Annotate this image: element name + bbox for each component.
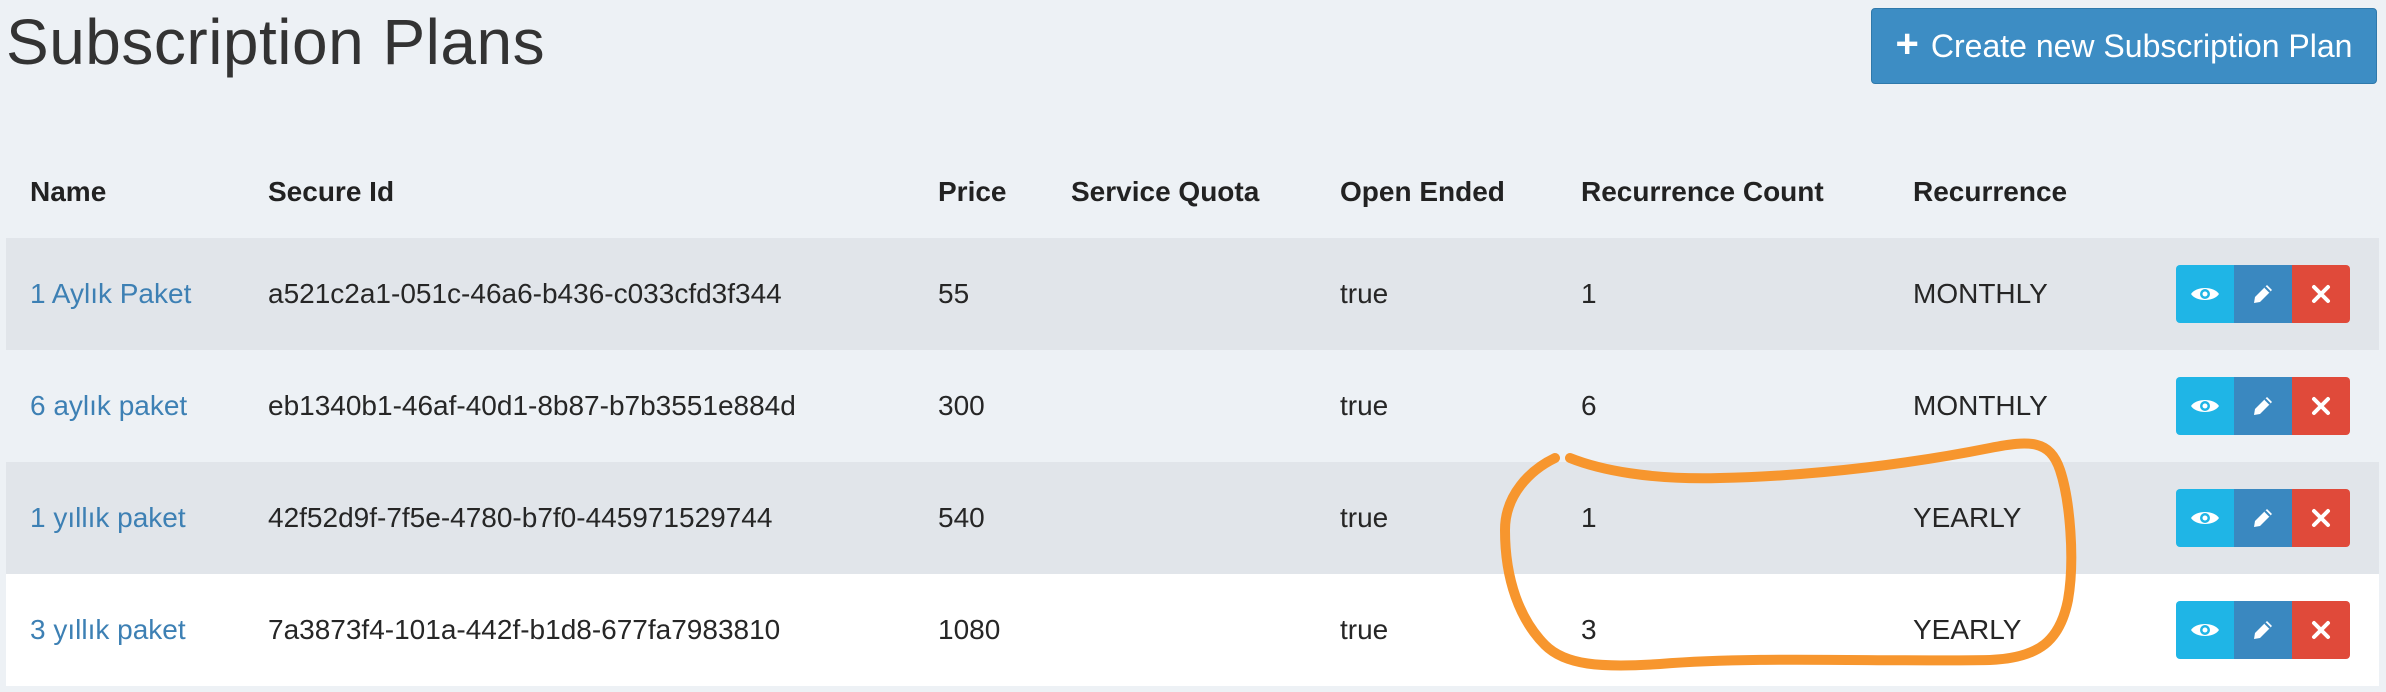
create-button-label: Create new Subscription Plan — [1930, 27, 2353, 64]
close-icon — [2312, 509, 2330, 527]
delete-button[interactable] — [2292, 489, 2350, 547]
recurrence-count-cell: 6 — [1581, 390, 1597, 421]
column-header-recurrence: Recurrence — [1913, 175, 2068, 207]
eye-icon — [2191, 288, 2219, 300]
row-actions — [2176, 601, 2350, 659]
column-header-service-quota: Service Quota — [1071, 175, 1260, 207]
pencil-icon — [2254, 285, 2272, 303]
row-actions — [2176, 265, 2350, 323]
view-button[interactable] — [2176, 265, 2234, 323]
recurrence-count-cell: 1 — [1581, 278, 1597, 309]
row-actions — [2176, 377, 2350, 435]
view-button[interactable] — [2176, 377, 2234, 435]
plan-name-link[interactable]: 1 yıllık paket — [30, 502, 186, 534]
recurrence-cell: YEARLY — [1913, 502, 2022, 533]
close-icon — [2312, 285, 2330, 303]
column-header-recurrence-count: Recurrence Count — [1581, 175, 1824, 207]
column-header-price: Price — [938, 175, 1007, 207]
recurrence-count-cell: 1 — [1581, 502, 1597, 533]
plan-name-link[interactable]: 1 Aylık Paket — [30, 278, 191, 310]
recurrence-cell: YEARLY — [1913, 614, 2022, 645]
open-ended-cell: true — [1340, 614, 1389, 645]
column-header-name: Name — [30, 175, 107, 207]
delete-button[interactable] — [2292, 265, 2350, 323]
view-button[interactable] — [2176, 489, 2234, 547]
column-header-open-ended: Open Ended — [1340, 175, 1505, 207]
recurrence-count-cell: 3 — [1581, 614, 1597, 645]
plan-name-link[interactable]: 3 yıllık paket — [30, 614, 186, 646]
close-icon — [2312, 397, 2330, 415]
recurrence-cell: MONTHLY — [1913, 278, 2048, 309]
open-ended-cell: true — [1340, 278, 1389, 309]
delete-button[interactable] — [2292, 377, 2350, 435]
edit-button[interactable] — [2234, 601, 2292, 659]
pencil-icon — [2254, 397, 2272, 415]
secure-id-cell: 7a3873f4-101a-442f-b1d8-677fa7983810 — [268, 614, 781, 645]
close-icon — [2312, 621, 2330, 639]
pencil-icon — [2254, 621, 2272, 639]
edit-button[interactable] — [2234, 489, 2292, 547]
eye-icon — [2191, 624, 2219, 636]
recurrence-cell: MONTHLY — [1913, 390, 2048, 421]
secure-id-cell: a521c2a1-051c-46a6-b436-c033cfd3f344 — [268, 278, 782, 309]
edit-button[interactable] — [2234, 377, 2292, 435]
view-button[interactable] — [2176, 601, 2234, 659]
secure-id-cell: 42f52d9f-7f5e-4780-b7f0-445971529744 — [268, 502, 773, 533]
open-ended-cell: true — [1340, 390, 1389, 421]
plus-icon: + — [1895, 22, 1919, 66]
edit-button[interactable] — [2234, 265, 2292, 323]
eye-icon — [2191, 512, 2219, 524]
create-subscription-plan-button[interactable]: + Create new Subscription Plan — [1871, 8, 2377, 84]
table-header-row: Name Secure Id Price Service Quota Open … — [6, 145, 2379, 238]
table-row: 1 Aylık Paket a521c2a1-051c-46a6-b436-c0… — [6, 238, 2379, 350]
subscription-plans-table: Name Secure Id Price Service Quota Open … — [6, 145, 2379, 686]
pencil-icon — [2254, 509, 2272, 527]
table-row: 1 yıllık paket 42f52d9f-7f5e-4780-b7f0-4… — [6, 462, 2379, 574]
eye-icon — [2191, 400, 2219, 412]
price-cell: 55 — [938, 278, 970, 309]
row-actions — [2176, 489, 2350, 547]
page-title: Subscription Plans — [6, 6, 546, 78]
price-cell: 540 — [938, 502, 985, 533]
table-row: 6 aylık paket eb1340b1-46af-40d1-8b87-b7… — [6, 350, 2379, 462]
delete-button[interactable] — [2292, 601, 2350, 659]
price-cell: 1080 — [938, 614, 1001, 645]
table-row: 3 yıllık paket 7a3873f4-101a-442f-b1d8-6… — [6, 574, 2379, 686]
plan-name-link[interactable]: 6 aylık paket — [30, 390, 187, 422]
column-header-secure-id: Secure Id — [268, 175, 395, 207]
secure-id-cell: eb1340b1-46af-40d1-8b87-b7b3551e884d — [268, 390, 796, 421]
open-ended-cell: true — [1340, 502, 1389, 533]
price-cell: 300 — [938, 390, 985, 421]
